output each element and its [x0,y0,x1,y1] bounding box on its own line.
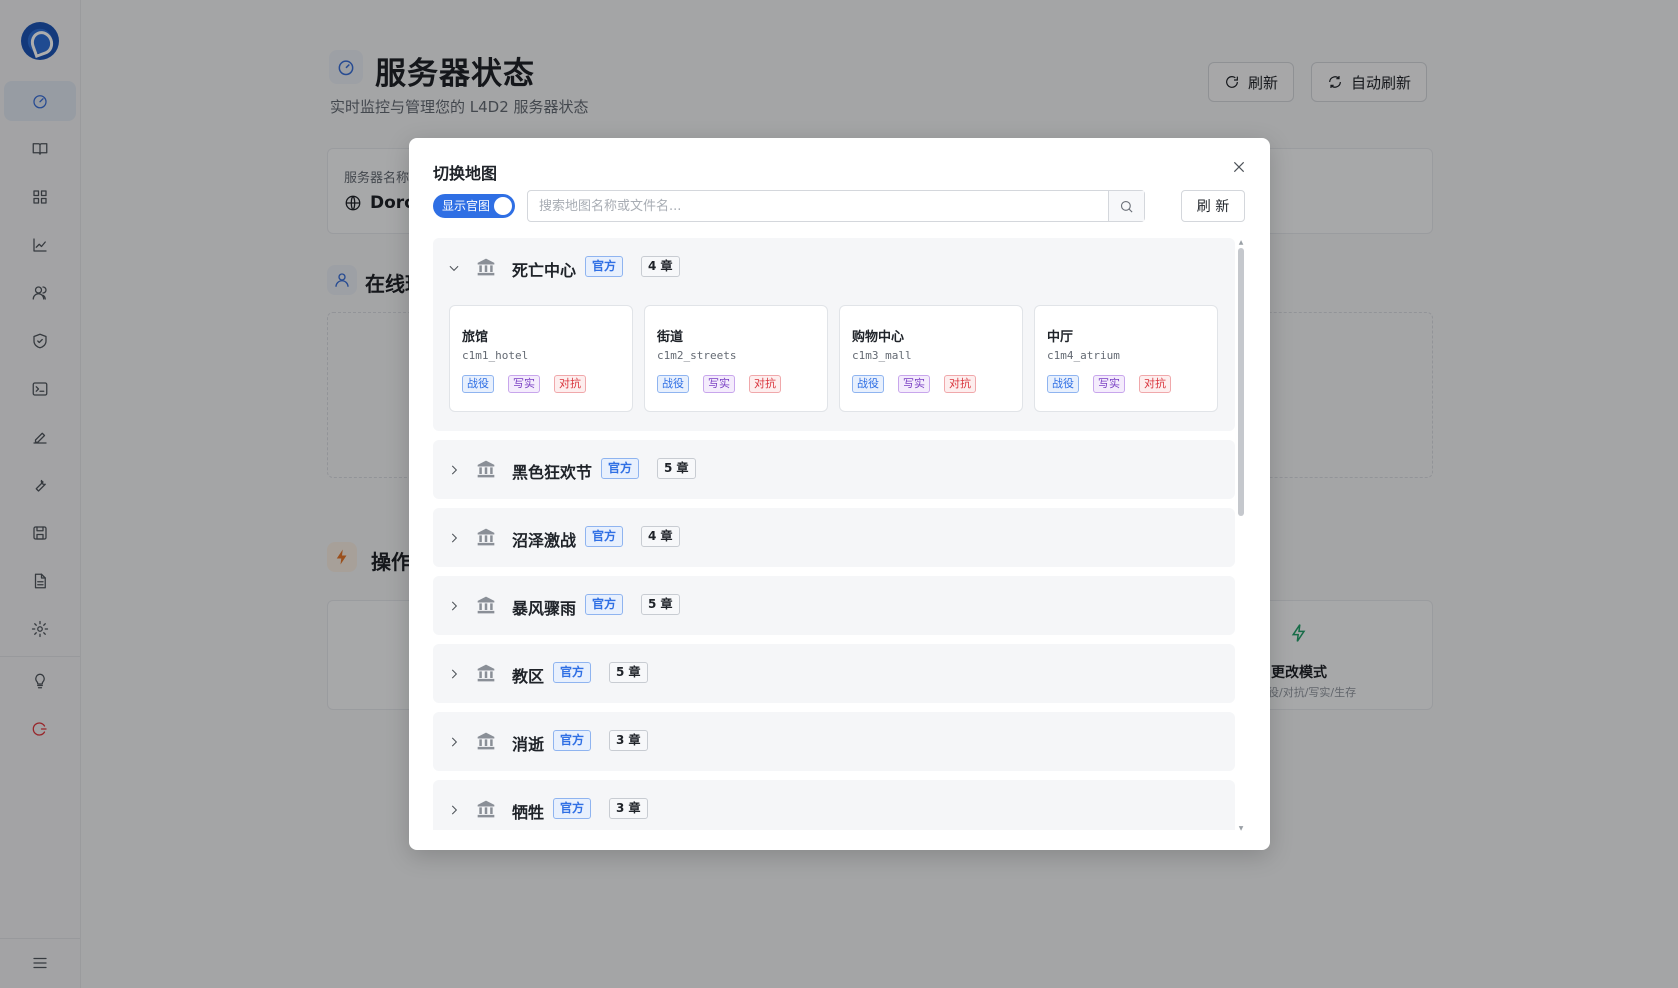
chevron-right-icon [447,530,461,544]
mode-tag-campaign: 战役 [1047,375,1079,393]
campaign-list: 死亡中心 官方 4 章 旅馆 c1m1_hotel 战役 写实 对抗 街道 c1… [433,238,1235,830]
campaign-group[interactable]: 牺牲 官方 3 章 [433,780,1235,830]
map-name: 购物中心 [852,330,905,345]
mode-tag-versus: 对抗 [944,375,976,393]
official-badge: 官方 [601,458,640,479]
scroll-thumb[interactable] [1238,248,1244,516]
chapter-count-badge: 4 章 [641,256,680,277]
mode-tag-versus: 对抗 [1139,375,1171,393]
map-file: c1m4_atrium [1047,349,1120,362]
mode-tag-campaign: 战役 [657,375,689,393]
chapter-count-badge: 5 章 [657,458,696,479]
scroll-down-arrow[interactable]: ▼ [1238,826,1244,832]
campaign-name: 黑色狂欢节 [512,463,593,482]
chevron-right-icon [447,734,461,748]
chapter-count-badge: 4 章 [641,526,680,547]
search-icon [1120,200,1133,213]
map-card[interactable]: 中厅 c1m4_atrium 战役 写实 对抗 [1034,305,1218,412]
chevron-right-icon [447,666,461,680]
campaign-group[interactable]: 消逝 官方 3 章 [433,712,1235,771]
bank-icon [476,459,496,479]
campaign-name: 教区 [512,667,545,686]
official-badge: 官方 [553,798,592,819]
official-badge: 官方 [553,730,592,751]
mode-tag-campaign: 战役 [462,375,494,393]
chevron-down-icon [447,260,461,274]
official-badge: 官方 [585,526,624,547]
mode-tag-realism: 写实 [1093,375,1125,393]
mode-tag-versus: 对抗 [554,375,586,393]
chevron-right-icon [447,462,461,476]
campaign-group[interactable]: 暴风骤雨 官方 5 章 [433,576,1235,635]
list-scrollbar[interactable]: ▲ ▼ [1238,240,1244,832]
map-file: c1m3_mall [852,349,912,362]
mode-tag-campaign: 战役 [852,375,884,393]
map-name: 旅馆 [462,330,489,345]
close-icon [1233,161,1245,173]
campaign-name: 暴风骤雨 [512,599,577,618]
bank-icon [476,663,496,683]
mode-tag-versus: 对抗 [749,375,781,393]
map-card[interactable]: 购物中心 c1m3_mall 战役 写实 对抗 [839,305,1023,412]
toggle-label: 显示官图 [442,199,491,213]
map-card[interactable]: 街道 c1m2_streets 战役 写实 对抗 [644,305,828,412]
map-file: c1m2_streets [657,349,737,362]
campaign-name: 沼泽激战 [512,531,577,550]
modal-title: 切换地图 [433,164,498,183]
show-official-toggle[interactable]: 显示官图 [433,194,515,218]
map-card[interactable]: 旅馆 c1m1_hotel 战役 写实 对抗 [449,305,633,412]
campaign-name: 死亡中心 [512,261,577,280]
mode-tag-realism: 写实 [898,375,930,393]
map-file: c1m1_hotel [462,349,529,362]
chapter-count-badge: 5 章 [609,662,648,683]
chapter-count-badge: 5 章 [641,594,680,615]
modal-refresh-button[interactable]: 刷 新 [1181,190,1245,222]
campaign-group[interactable]: 沼泽激战 官方 4 章 [433,508,1235,567]
official-badge: 官方 [553,662,592,683]
bank-icon [476,595,496,615]
mode-tag-realism: 写实 [508,375,540,393]
official-badge: 官方 [585,594,624,615]
campaign-header[interactable]: 死亡中心 官方 4 章 [433,238,1235,296]
chevron-right-icon [447,802,461,816]
bank-icon [476,799,496,819]
map-name: 中厅 [1047,330,1074,345]
mode-tag-realism: 写实 [703,375,735,393]
map-name: 街道 [657,330,684,345]
chapter-count-badge: 3 章 [609,798,648,819]
campaign-name: 消逝 [512,735,545,754]
chapter-count-badge: 3 章 [609,730,648,751]
chevron-right-icon [447,598,461,612]
close-button[interactable] [1228,156,1250,178]
campaign-group: 死亡中心 官方 4 章 旅馆 c1m1_hotel 战役 写实 对抗 街道 c1… [433,238,1235,431]
campaign-group[interactable]: 教区 官方 5 章 [433,644,1235,703]
scroll-up-arrow[interactable]: ▲ [1238,240,1244,246]
official-badge: 官方 [585,256,624,277]
bank-icon [476,731,496,751]
bank-icon [476,527,496,547]
campaign-name: 牺牲 [512,803,545,822]
campaign-group[interactable]: 黑色狂欢节 官方 5 章 [433,440,1235,499]
search-input[interactable] [528,191,1108,221]
search-button[interactable] [1108,191,1144,221]
switch-map-modal: 切换地图 显示官图 刷 新 死亡中心 官方 4 章 旅馆 c1m1_hotel … [409,138,1270,850]
search-box [527,190,1145,222]
bank-icon [476,257,496,277]
